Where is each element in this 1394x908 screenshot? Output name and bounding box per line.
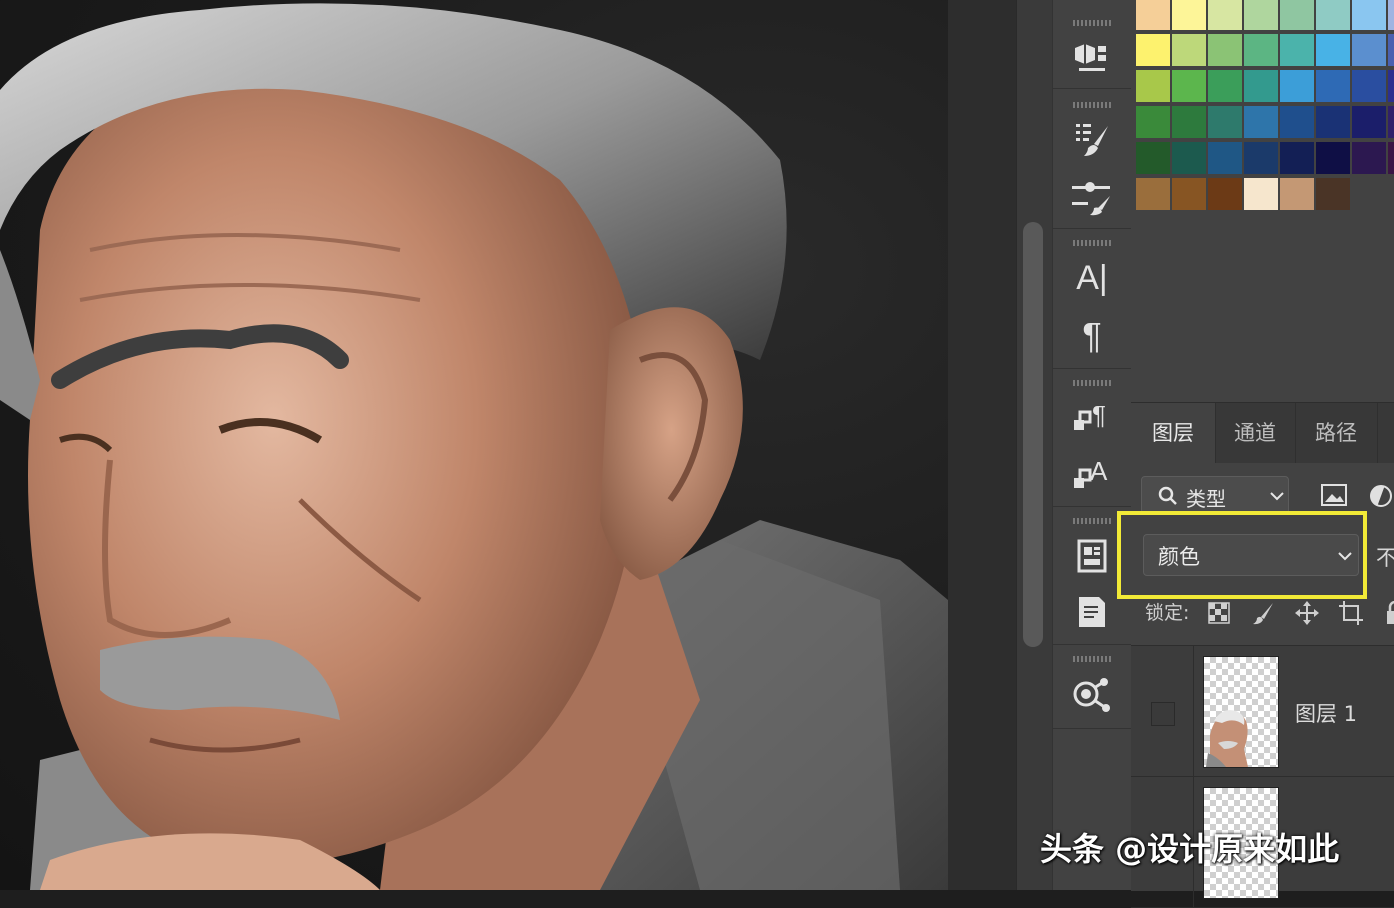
svg-text:A: A: [1090, 456, 1108, 486]
color-swatch[interactable]: [1316, 0, 1350, 30]
color-swatch[interactable]: [1280, 142, 1314, 174]
color-swatch[interactable]: [1136, 0, 1170, 30]
color-swatch[interactable]: [1352, 70, 1386, 102]
color-swatch[interactable]: [1280, 0, 1314, 30]
character-styles-icon[interactable]: A: [1072, 454, 1112, 494]
color-swatch[interactable]: [1352, 106, 1386, 138]
annotation-highlight-box: [1117, 511, 1367, 599]
svg-text:¶: ¶: [1092, 400, 1106, 430]
color-swatch[interactable]: [1244, 34, 1278, 66]
color-swatch[interactable]: [1136, 34, 1170, 66]
brush-presets-icon[interactable]: [1072, 178, 1112, 218]
color-swatch[interactable]: [1388, 142, 1394, 174]
color-swatch[interactable]: [1244, 178, 1278, 210]
tab-channels[interactable]: 通道: [1215, 403, 1296, 463]
layer-thumbnail: [1203, 656, 1279, 768]
color-swatch[interactable]: [1208, 106, 1242, 138]
color-swatch[interactable]: [1316, 106, 1350, 138]
panel-icon-strip: A| ¶ ¶ A: [1052, 0, 1132, 890]
lock-label: 锁定:: [1145, 602, 1190, 624]
cc-share-icon[interactable]: [1072, 674, 1112, 714]
color-swatch[interactable]: [1136, 142, 1170, 174]
color-swatch[interactable]: [1244, 142, 1278, 174]
watermark-text: 头条 @设计原来如此: [1040, 830, 1340, 868]
opacity-label: 不: [1376, 546, 1394, 570]
lock-transparent-icon[interactable]: [1205, 600, 1233, 626]
layer-thumbnail-image: [1206, 710, 1248, 767]
color-swatch[interactable]: [1316, 142, 1350, 174]
color-swatch[interactable]: [1208, 0, 1242, 30]
color-swatch[interactable]: [1352, 142, 1386, 174]
filter-label: 类型: [1186, 487, 1226, 511]
color-swatch[interactable]: [1136, 178, 1170, 210]
color-swatch[interactable]: [1244, 70, 1278, 102]
group-grip[interactable]: [1073, 656, 1113, 662]
color-swatch[interactable]: [1244, 106, 1278, 138]
brush-settings-icon[interactable]: [1072, 120, 1112, 160]
color-swatch[interactable]: [1280, 106, 1314, 138]
group-grip[interactable]: [1073, 518, 1113, 524]
color-swatch[interactable]: [1352, 0, 1386, 30]
group-grip[interactable]: [1073, 102, 1113, 108]
libraries-icon[interactable]: [1072, 536, 1112, 576]
color-swatch[interactable]: [1388, 106, 1394, 138]
color-swatch[interactable]: [1208, 178, 1242, 210]
color-swatch[interactable]: [1388, 34, 1394, 66]
scrollbar-thumb[interactable]: [1023, 222, 1043, 647]
layer-filter-select[interactable]: 类型: [1141, 476, 1289, 514]
color-swatch[interactable]: [1388, 70, 1394, 102]
color-swatch[interactable]: [1280, 178, 1314, 210]
color-swatch[interactable]: [1136, 70, 1170, 102]
lock-image-icon[interactable]: [1249, 600, 1277, 626]
lock-artboard-icon[interactable]: [1337, 600, 1365, 626]
character-icon[interactable]: A|: [1072, 258, 1112, 298]
lock-all-icon[interactable]: [1381, 600, 1394, 626]
group-grip[interactable]: [1073, 240, 1113, 246]
panel-tabs: 图层 通道 路径: [1131, 402, 1394, 463]
color-swatch[interactable]: [1172, 106, 1206, 138]
color-swatch[interactable]: [1172, 34, 1206, 66]
color-swatch[interactable]: [1316, 70, 1350, 102]
color-swatch[interactable]: [1172, 142, 1206, 174]
tab-layers[interactable]: 图层: [1131, 403, 1216, 463]
color-swatch[interactable]: [1208, 70, 1242, 102]
color-swatch[interactable]: [1136, 106, 1170, 138]
color-swatch[interactable]: [1316, 178, 1350, 210]
paragraph-icon[interactable]: ¶: [1072, 315, 1112, 356]
layer-name[interactable]: 图层 1: [1295, 698, 1357, 728]
color-swatch[interactable]: [1352, 34, 1386, 66]
adjustment-filter-icon[interactable]: [1369, 484, 1393, 508]
properties-icon[interactable]: [1072, 592, 1112, 632]
color-swatch[interactable]: [1280, 70, 1314, 102]
layer-row[interactable]: 图层 1: [1131, 646, 1394, 777]
visibility-toggle[interactable]: [1151, 702, 1175, 726]
color-swatch[interactable]: [1172, 70, 1206, 102]
group-grip[interactable]: [1073, 20, 1113, 26]
group-grip[interactable]: [1073, 380, 1113, 386]
color-swatch[interactable]: [1208, 34, 1242, 66]
color-swatch[interactable]: [1244, 0, 1278, 30]
photo-portrait: [0, 3, 948, 890]
layers-panel-dock: 图层 通道 路径 类型 颜色 锁定: 图层 1: [1131, 0, 1394, 908]
canvas-pasteboard: [948, 0, 1016, 890]
search-icon: [1158, 486, 1177, 505]
lock-position-icon[interactable]: [1293, 600, 1321, 626]
document-canvas[interactable]: [0, 0, 948, 890]
tab-paths[interactable]: 路径: [1295, 403, 1378, 463]
color-swatch[interactable]: [1280, 34, 1314, 66]
chevron-down-icon: [1270, 492, 1284, 501]
color-swatch[interactable]: [1316, 34, 1350, 66]
3d-panel-icon[interactable]: [1072, 38, 1112, 78]
color-swatch[interactable]: [1172, 0, 1206, 30]
image-filter-icon[interactable]: [1321, 484, 1347, 506]
color-swatch[interactable]: [1388, 0, 1394, 30]
color-swatch[interactable]: [1208, 142, 1242, 174]
color-swatch[interactable]: [1172, 178, 1206, 210]
paragraph-styles-icon[interactable]: ¶: [1072, 398, 1112, 438]
